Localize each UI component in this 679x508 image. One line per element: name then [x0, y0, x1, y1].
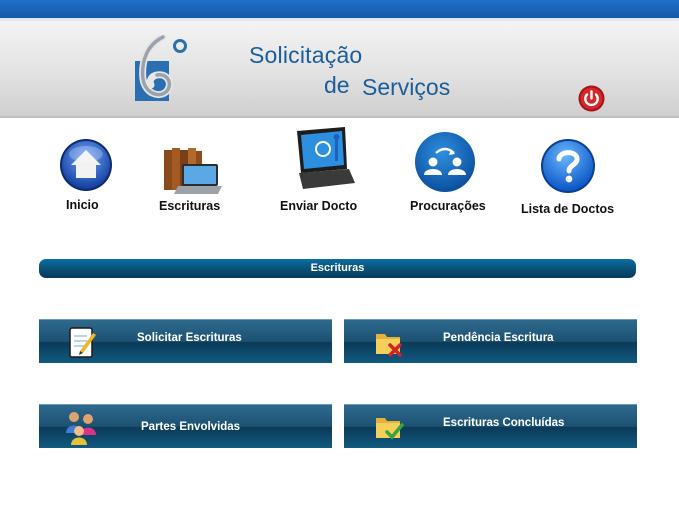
- help-question-icon: [541, 139, 595, 193]
- tile-escrituras-concluidas[interactable]: Escrituras Concluídas: [344, 404, 637, 448]
- laptop-upload-icon: [297, 127, 355, 189]
- company-logo-icon: [135, 35, 187, 101]
- nav-lista-doctos[interactable]: Lista de Doctos: [520, 138, 616, 218]
- notepad-pencil-icon: [69, 327, 96, 358]
- people-exchange-icon: [415, 132, 475, 192]
- books-laptop-icon: [164, 148, 222, 194]
- tile-escrituras-concluidas-label: Escrituras Concluídas: [443, 417, 565, 429]
- top-bar: [0, 0, 679, 18]
- tile-partes-envolvidas-label: Partes Envolvidas: [141, 421, 241, 433]
- nav-procuracoes-label: Procurações: [410, 199, 486, 213]
- tile-pendencia-escritura-label: Pendência Escritura: [443, 332, 554, 344]
- nav-enviar-docto-label: Enviar Docto: [280, 199, 358, 213]
- nav-lista-doctos-label: Lista de Doctos: [521, 202, 615, 216]
- nav-procuracoes[interactable]: Procurações: [408, 131, 488, 215]
- app-title-line2-de: de: [324, 72, 350, 98]
- people-group-icon: [66, 412, 96, 445]
- app-title-line2-servicos: Serviços: [362, 74, 451, 100]
- tile-partes-envolvidas[interactable]: Partes Envolvidas: [39, 404, 332, 448]
- nav-escrituras[interactable]: Escrituras: [158, 142, 228, 216]
- home-icon: [60, 139, 112, 191]
- app-header: Solicitação de Serviços: [0, 18, 679, 118]
- folder-cross-icon: [376, 334, 402, 357]
- nav-enviar-docto[interactable]: Enviar Docto: [279, 125, 367, 215]
- nav-inicio-label: Inicio: [66, 198, 99, 212]
- folder-check-icon: [376, 418, 404, 440]
- power-logout-button[interactable]: [578, 85, 605, 112]
- tile-pendencia-escritura[interactable]: Pendência Escritura: [344, 319, 637, 363]
- nav-escrituras-label: Escrituras: [159, 199, 221, 213]
- section-title-escrituras: Escrituras: [39, 259, 636, 278]
- tile-solicitar-escrituras[interactable]: Solicitar Escrituras: [39, 319, 332, 363]
- tile-solicitar-escrituras-label: Solicitar Escrituras: [137, 332, 242, 344]
- nav-inicio[interactable]: Inicio: [55, 138, 115, 214]
- app-title-line1: Solicitação: [249, 42, 363, 68]
